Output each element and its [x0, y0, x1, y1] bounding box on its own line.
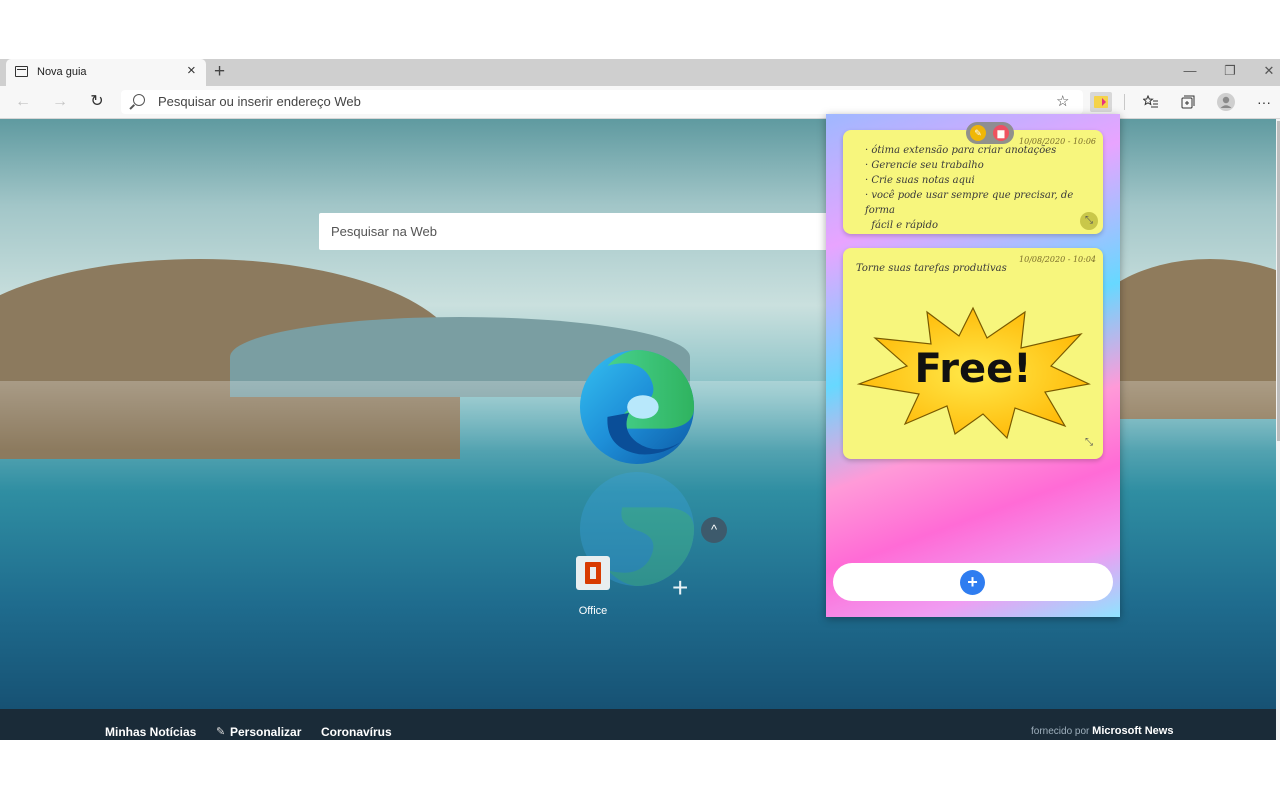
note-line: · Gerencie seu trabalho [865, 160, 984, 171]
close-window-button[interactable]: ✕ [1251, 60, 1280, 82]
tab-nova-guia[interactable]: Nova guia × [6, 59, 206, 86]
note-line: · Crie suas notas aqui [865, 175, 975, 186]
note-line: Torne suas tarefas produtivas [856, 263, 1007, 274]
note-text: · ótima extensão para criar anotações · … [865, 143, 1103, 233]
news-link-minhas-noticias[interactable]: Minhas Notícias [105, 725, 196, 739]
toolbar-divider [1124, 94, 1125, 110]
news-link-personalizar[interactable]: Personalizar [230, 725, 301, 739]
powered-brand: Microsoft News [1092, 725, 1174, 737]
forward-button[interactable]: → [48, 90, 72, 114]
favorites-icon[interactable] [1140, 92, 1162, 112]
note-card[interactable]: 10/08/2020 - 10:04 Torne suas tarefas pr… [843, 248, 1103, 459]
news-link-coronavirus[interactable]: Coronavírus [321, 725, 392, 739]
edge-logo-icon [579, 349, 695, 465]
web-search-box[interactable]: Pesquisar na Web [319, 213, 839, 250]
address-bar[interactable]: Pesquisar ou inserir endereço Web ☆ [121, 90, 1083, 114]
profile-icon[interactable] [1215, 92, 1237, 112]
office-icon [585, 562, 601, 584]
note-text: Torne suas tarefas produtivas [856, 261, 1007, 276]
quick-link-label: Office [578, 605, 608, 617]
note-date: 10/08/2020 - 10:04 [1019, 255, 1096, 264]
more-icon[interactable]: ··· [1253, 92, 1275, 112]
powered-prefix: fornecido por [1031, 726, 1093, 737]
back-button[interactable]: ← [11, 90, 35, 114]
refresh-button[interactable]: ↻ [85, 90, 109, 114]
note-actions: ✎ ▆ [966, 122, 1014, 144]
shrink-note-icon[interactable]: ⤡ [1080, 434, 1098, 452]
maximize-button[interactable]: ❐ [1212, 60, 1248, 82]
note-line: · ótima extensão para criar anotações [865, 145, 1057, 156]
minimize-button[interactable]: — [1172, 60, 1208, 82]
free-badge-text: Free! [914, 346, 1032, 392]
collapse-quick-links-button[interactable]: ^ [701, 517, 727, 543]
search-icon [133, 94, 145, 106]
favorite-star-icon[interactable]: ☆ [1056, 92, 1069, 110]
web-search-placeholder: Pesquisar na Web [331, 224, 437, 239]
add-quick-link-button[interactable]: + [672, 572, 688, 604]
notes-extension-popup: ✎ ▆ 10/08/2020 - 10:06 · ótima extensão … [826, 114, 1120, 617]
tab-close-button[interactable]: × [187, 62, 196, 79]
delete-note-icon[interactable]: ▆ [993, 125, 1009, 141]
page-icon [15, 66, 28, 77]
note-line: · você pode usar sempre que precisar, de… [865, 190, 1074, 216]
quick-link-office[interactable] [576, 556, 610, 590]
powered-by: fornecido por Microsoft News [1031, 725, 1173, 737]
note-card[interactable]: ✎ ▆ 10/08/2020 - 10:06 · ótima extensão … [843, 122, 1103, 234]
add-note-button[interactable]: + [960, 570, 985, 595]
note-line: fácil e rápido [865, 220, 939, 231]
edit-note-icon[interactable]: ✎ [970, 125, 986, 141]
pencil-icon: ✎ [216, 726, 226, 738]
tab-title: Nova guia [37, 66, 87, 78]
address-placeholder: Pesquisar ou inserir endereço Web [158, 94, 361, 109]
collections-icon[interactable] [1177, 92, 1199, 112]
new-tab-button[interactable]: + [214, 61, 225, 83]
shrink-note-icon[interactable]: ⤡ [1080, 212, 1098, 230]
note-extension-icon[interactable] [1090, 92, 1112, 112]
